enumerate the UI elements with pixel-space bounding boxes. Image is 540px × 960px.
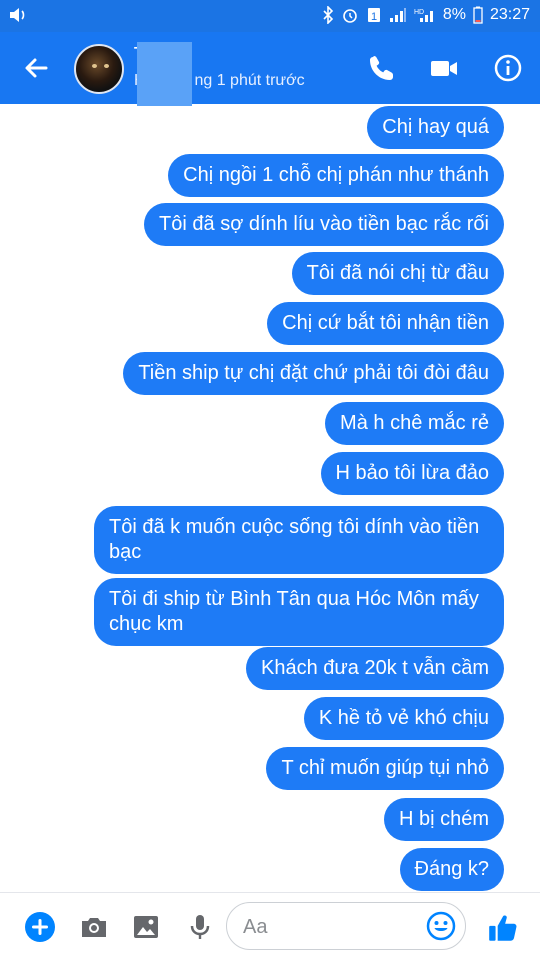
image-icon[interactable] xyxy=(130,911,162,943)
bluetooth-icon xyxy=(323,6,333,24)
redaction-box xyxy=(137,42,192,106)
emoji-icon[interactable] xyxy=(425,910,457,942)
message-bubble[interactable]: Chị cứ bắt tôi nhận tiền xyxy=(267,302,504,345)
microphone-icon[interactable] xyxy=(184,911,216,943)
svg-text:HD: HD xyxy=(414,9,424,16)
message-input-placeholder: Aa xyxy=(243,916,268,938)
avatar-detail xyxy=(92,64,97,68)
message-bubble[interactable]: Mà h chê mắc rẻ xyxy=(325,402,504,445)
alarm-icon xyxy=(343,9,357,23)
message-bubble[interactable]: T chỉ muốn giúp tụi nhỏ xyxy=(266,747,504,790)
avatar-detail xyxy=(104,64,109,68)
chat-header: T H ng 1 phút trước xyxy=(0,32,540,106)
message-bubble[interactable]: Chị ngồi 1 chỗ chị phán như thánh xyxy=(168,154,504,197)
signal-icon xyxy=(389,8,406,22)
message-bubble[interactable]: Tôi đi ship từ Bình Tân qua Hóc Môn mấy … xyxy=(94,578,504,646)
arrow-left-icon[interactable] xyxy=(20,52,52,84)
status-suffix: ng 1 phút trước xyxy=(194,72,305,89)
message-bubble[interactable]: Tôi đã k muốn cuộc sống tôi dính vào tiề… xyxy=(94,506,504,574)
video-camera-icon[interactable] xyxy=(428,52,460,84)
battery-icon xyxy=(473,6,483,24)
status-bar: 1 HD 8% 23:27 xyxy=(0,0,540,32)
info-icon[interactable] xyxy=(492,52,524,84)
message-bubble[interactable]: H bảo tôi lừa đảo xyxy=(320,452,504,495)
message-bubble[interactable]: Tôi đã sợ dính líu vào tiền bạc rắc rối xyxy=(144,203,504,246)
volume-icon xyxy=(10,8,25,22)
message-bubble[interactable]: Đáng k? xyxy=(399,848,504,891)
hd-signal-icon: HD xyxy=(414,9,433,22)
message-list[interactable]: Chị hay quá Chị ngồi 1 chỗ chị phán như … xyxy=(0,104,540,892)
message-bubble[interactable]: Tôi đã nói chị từ đầu xyxy=(291,252,504,295)
phone-icon[interactable] xyxy=(366,52,398,84)
svg-text:1: 1 xyxy=(371,11,377,23)
message-bubble[interactable]: Khách đưa 20k t vẫn cầm xyxy=(246,647,504,690)
message-bubble[interactable]: H bị chém xyxy=(383,798,504,841)
status-right: 1 HD 8% 23:27 xyxy=(322,6,530,24)
composer-bar: Aa xyxy=(0,892,540,960)
thumbs-up-icon[interactable] xyxy=(486,911,520,945)
clock-time: 23:27 xyxy=(489,6,530,23)
battery-percent: 8% xyxy=(442,6,466,23)
sim-icon: 1 xyxy=(367,8,380,23)
message-bubble[interactable]: Chị hay quá xyxy=(367,106,504,149)
message-bubble[interactable]: K hề tỏ vẻ khó chịu xyxy=(303,697,504,740)
message-input[interactable]: Aa xyxy=(226,902,466,950)
avatar[interactable] xyxy=(74,44,124,94)
plus-icon[interactable] xyxy=(24,911,56,943)
message-bubble[interactable]: Tiền ship tự chị đặt chứ phải tôi đòi đâ… xyxy=(123,352,504,395)
status-left xyxy=(8,6,28,24)
camera-icon[interactable] xyxy=(78,911,110,943)
